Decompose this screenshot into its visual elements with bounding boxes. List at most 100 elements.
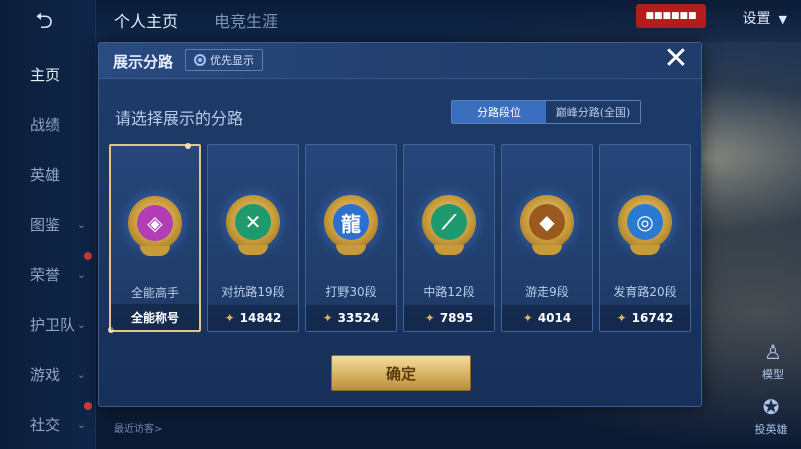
route-card-roam[interactable]: ◆ 游走9段 ✦ 4014 bbox=[501, 144, 593, 332]
route-stat: ✦ 33524 bbox=[306, 305, 396, 331]
sidebar-item-label: 战绩 bbox=[30, 115, 61, 134]
route-stat: ✦ 16742 bbox=[600, 305, 690, 331]
model-label: 模型 bbox=[762, 368, 784, 381]
segment-peak-route[interactable]: 巅峰分路(全国) bbox=[546, 101, 640, 123]
close-icon[interactable]: ✕ bbox=[663, 44, 689, 74]
route-stat: ✦ 7895 bbox=[404, 305, 494, 331]
notification-dot bbox=[84, 252, 92, 260]
segment-route-rank[interactable]: 分路段位 bbox=[452, 101, 546, 123]
sidebar-item-label: 英雄 bbox=[30, 165, 61, 184]
route-label: 对抗路19段 bbox=[221, 285, 285, 299]
recent-visitors[interactable]: 最近访客> bbox=[114, 420, 162, 435]
power-icon: ✦ bbox=[522, 311, 533, 325]
emblem-wing bbox=[336, 245, 366, 255]
route-label: 打野30段 bbox=[325, 285, 377, 299]
settings-label: 设置 bbox=[742, 11, 771, 27]
emblem-badge: ◆ bbox=[520, 195, 574, 255]
sidebar-item-social[interactable]: 社交 ⌄ bbox=[0, 406, 96, 442]
modal-prompt: 请选择展示的分路 bbox=[115, 109, 244, 128]
stat-value: 14842 bbox=[239, 311, 282, 325]
emblem-badge: ◈ bbox=[128, 196, 182, 256]
route-card-jungle[interactable]: 龍 打野30段 ✦ 33524 bbox=[305, 144, 397, 332]
route-card-mid[interactable]: ⟋ 中路12段 ✦ 7895 bbox=[403, 144, 495, 332]
stat-value: 16742 bbox=[631, 311, 674, 325]
emblem-wing bbox=[434, 245, 464, 255]
stat-value: 33524 bbox=[337, 311, 380, 325]
hexagon-icon: ◈ bbox=[137, 205, 173, 241]
crossed-swords-icon: ✕ bbox=[235, 204, 271, 240]
modal-header: 展示分路 优先显示 ✕ bbox=[99, 43, 701, 79]
route-stat: ✦ 4014 bbox=[502, 305, 592, 331]
route-card-allround[interactable]: ◈ 全能高手 全能称号 bbox=[108, 143, 201, 333]
route-label: 游走9段 bbox=[525, 285, 569, 299]
sidebar-item-label: 主页 bbox=[30, 65, 61, 84]
stat-value: 4014 bbox=[537, 311, 572, 325]
route-card-clash[interactable]: ✕ 对抗路19段 ✦ 14842 bbox=[207, 144, 299, 332]
sidebar-item-label: 社交 bbox=[30, 415, 61, 434]
sidebar-item-heroes[interactable]: 英雄 bbox=[0, 156, 96, 192]
settings-button[interactable]: 设置 ▼ bbox=[743, 8, 787, 28]
vote-icon: ✪ bbox=[762, 395, 780, 419]
sidebar-item-label: 荣誉 bbox=[30, 265, 61, 284]
slash-icon: ⟋ bbox=[431, 204, 467, 240]
vote-label: 投英雄 bbox=[754, 423, 788, 436]
figure-icon: ♙ bbox=[764, 340, 782, 364]
chevron-down-icon: ⌄ bbox=[76, 217, 86, 231]
vote-hero-button[interactable]: ✪ 投英雄 bbox=[747, 395, 795, 437]
back-icon[interactable]: ⮌ bbox=[22, 9, 66, 36]
route-label: 发育路20段 bbox=[613, 285, 677, 299]
notification-dot bbox=[84, 402, 92, 410]
power-icon: ✦ bbox=[224, 311, 235, 325]
chevron-down-icon: ⌄ bbox=[76, 317, 86, 331]
emblem-wing bbox=[238, 245, 268, 255]
chevron-down-icon: ⌄ bbox=[76, 367, 86, 381]
gear-icon bbox=[194, 54, 206, 66]
sidebar-item-guard[interactable]: 护卫队 ⌄ bbox=[0, 306, 96, 342]
modal-title: 展示分路 bbox=[113, 53, 174, 71]
route-stat: ✦ 14842 bbox=[208, 305, 298, 331]
confirm-button[interactable]: 确定 bbox=[331, 355, 471, 391]
model-button[interactable]: ♙ 模型 bbox=[755, 340, 791, 382]
priority-label: 优先显示 bbox=[210, 54, 254, 67]
dragon-icon: 龍 bbox=[333, 204, 369, 240]
route-display-modal: 展示分路 优先显示 ✕ 请选择展示的分路 分路段位 巅峰分路(全国) ◈ 全能高… bbox=[98, 42, 702, 407]
emblem-badge: ⟋ bbox=[422, 195, 476, 255]
stat-value: 全能称号 bbox=[130, 310, 179, 325]
emblem-badge: ◎ bbox=[618, 195, 672, 255]
route-card-farm[interactable]: ◎ 发育路20段 ✦ 16742 bbox=[599, 144, 691, 332]
sidebar-item-label: 图鉴 bbox=[30, 215, 61, 234]
tab-profile[interactable]: 个人主页 bbox=[114, 8, 178, 32]
sidebar-item-record[interactable]: 战绩 bbox=[0, 106, 96, 142]
sidebar-item-honor[interactable]: 荣誉 ⌄ bbox=[0, 256, 96, 292]
chevron-down-icon: ⌄ bbox=[76, 267, 86, 281]
sidebar-item-codex[interactable]: 图鉴 ⌄ bbox=[0, 206, 96, 242]
sidebar-item-games[interactable]: 游戏 ⌄ bbox=[0, 356, 96, 392]
emblem-wing bbox=[140, 246, 170, 256]
emblem-wing bbox=[630, 245, 660, 255]
route-label: 中路12段 bbox=[423, 285, 475, 299]
sidebar-item-label: 护卫队 bbox=[30, 315, 76, 334]
shield-wing-icon: ◆ bbox=[529, 204, 565, 240]
user-badge[interactable]: ■■■■■■ bbox=[636, 4, 706, 28]
target-icon: ◎ bbox=[627, 204, 663, 240]
sidebar-item-label: 游戏 bbox=[30, 365, 61, 384]
power-icon: ✦ bbox=[616, 311, 627, 325]
sidebar-item-home[interactable]: 主页 bbox=[0, 56, 96, 92]
corner-dot bbox=[185, 143, 191, 149]
emblem-badge: ✕ bbox=[226, 195, 280, 255]
chevron-down-icon: ⌄ bbox=[76, 417, 86, 431]
emblem-wing bbox=[532, 245, 562, 255]
left-sidebar: ⮌ 主页 战绩 英雄 图鉴 ⌄ 荣誉 ⌄ 护卫队 ⌄ 游戏 ⌄ 社交 ⌄ bbox=[0, 0, 96, 449]
power-icon: ✦ bbox=[424, 311, 435, 325]
caret-down-icon: ▼ bbox=[778, 13, 787, 26]
route-label: 全能高手 bbox=[130, 286, 179, 300]
segment-control: 分路段位 巅峰分路(全国) bbox=[451, 100, 641, 124]
route-cards: ◈ 全能高手 全能称号 ✕ 对抗路19段 ✦ 14842 龍 打野30段 ✦ 3… bbox=[108, 143, 693, 333]
tab-esports[interactable]: 电竞生涯 bbox=[214, 8, 278, 32]
emblem-badge: 龍 bbox=[324, 195, 378, 255]
power-icon: ✦ bbox=[322, 311, 333, 325]
priority-display-button[interactable]: 优先显示 bbox=[185, 49, 263, 71]
stat-value: 7895 bbox=[439, 311, 474, 325]
route-stat: 全能称号 bbox=[111, 304, 199, 330]
top-bar: 个人主页 电竞生涯 ■■■■■■ 设置 ▼ bbox=[96, 0, 801, 42]
